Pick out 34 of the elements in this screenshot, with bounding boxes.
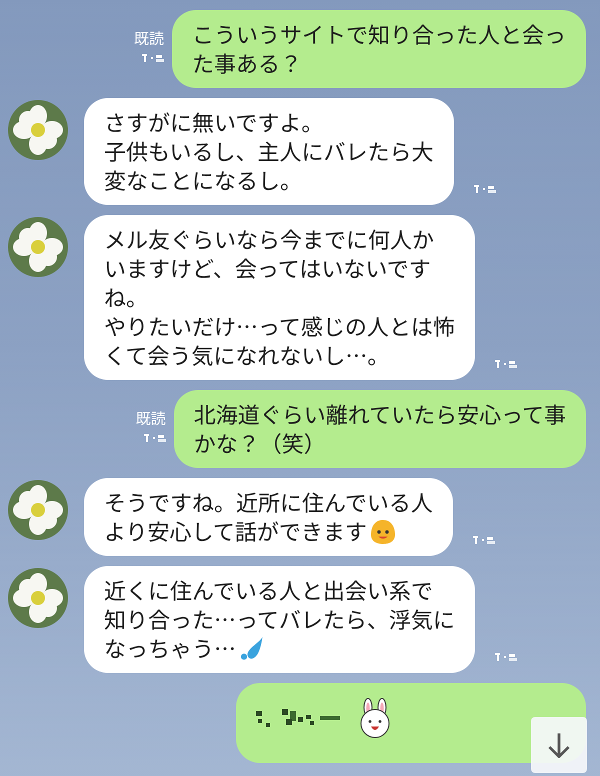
message-text: なっちゃう… <box>104 634 236 663</box>
message-text: 子供もいるし、主人にバレたら大 <box>104 137 434 166</box>
message-text: 変なことになるし。 <box>104 166 302 195</box>
message-text: 北海道ぐらい離れていたら安心って事 <box>194 400 566 429</box>
pixelated-time-drawing <box>472 536 495 544</box>
message-text: 近くに住んでいる人と出会い系で <box>104 576 433 605</box>
message-text: た事ある？ <box>192 49 302 78</box>
flower-avatar[interactable] <box>8 100 68 160</box>
message-text: いますけど、会ってはいないです <box>104 254 431 283</box>
flower-avatar[interactable] <box>8 217 68 277</box>
pixelated-time-drawing <box>474 185 496 193</box>
message-text: こういうサイトで知り合った人と会っ <box>192 20 566 49</box>
message-text: ね。 <box>104 283 148 312</box>
water-drop-icon <box>240 636 264 660</box>
read-receipt: 既読 <box>134 30 164 48</box>
message-text: さすがに無いですよ。 <box>104 108 324 137</box>
flower-avatar[interactable] <box>8 480 68 540</box>
read-receipt: 既読 <box>136 410 166 428</box>
message-text: くて会う気になれないし…。 <box>104 341 390 370</box>
message-text: やりたいだけ…って感じの人とは怖 <box>104 312 455 341</box>
flower-avatar[interactable] <box>8 568 68 628</box>
pixelated-time-drawing <box>142 54 164 62</box>
message-text: メル友ぐらいなら今までに何人か <box>104 225 434 254</box>
pixelated-time-drawing <box>494 653 517 661</box>
down-arrow-icon <box>548 732 570 758</box>
pixelated-time-drawing <box>494 360 517 368</box>
scroll-down-button[interactable] <box>531 717 587 773</box>
bunny-sticker-icon <box>360 698 390 738</box>
message-text: より安心して話ができます <box>104 517 367 546</box>
smiley-icon <box>370 520 395 544</box>
pixelated-time-drawing <box>144 434 166 442</box>
message-text: 知り合った…ってバレたら、浮気に <box>104 605 455 634</box>
message-text: そうですね。近所に住んでいる人 <box>104 488 433 517</box>
message-text: かな？（笑） <box>194 429 326 458</box>
